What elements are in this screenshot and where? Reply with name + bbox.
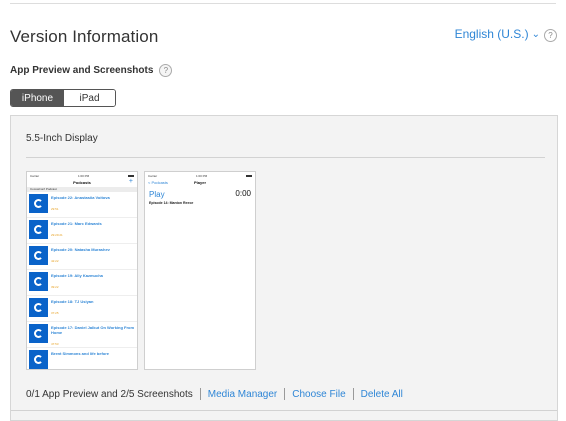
episode-duration: 39:22 xyxy=(51,285,59,289)
episode-title: Brent Simmons and life before xyxy=(51,351,110,356)
tab-iphone[interactable]: iPhone xyxy=(11,90,64,106)
list-item: Episode 17: Daniel Jalkut On Working Fro… xyxy=(27,322,137,348)
screenshot-thumbnail-player[interactable]: Carrier 1:00 PM < Podcasts Player Play 0… xyxy=(144,171,256,370)
cocoaconf-logo-icon xyxy=(29,324,48,343)
cocoaconf-logo-icon xyxy=(29,272,48,291)
panel-divider xyxy=(26,157,545,158)
episode-title: Episode 21: Marc Edwards xyxy=(51,221,102,226)
episode-title: Episode 20: Natasha Murashev xyxy=(51,247,110,252)
cocoaconf-logo-icon xyxy=(29,220,48,239)
section-heading: App Preview and Screenshots ? xyxy=(10,64,173,77)
list-item: Episode 18: TJ Usiyan 37:25 xyxy=(27,296,137,322)
chevron-down-icon: ⌄ xyxy=(531,28,540,40)
nav-title: Podcasts xyxy=(73,180,91,185)
list-item: Brent Simmons and life before xyxy=(27,348,137,369)
carrier-label: Carrier xyxy=(148,173,158,178)
cocoaconf-logo-icon xyxy=(29,246,48,265)
episode-duration: 29:29:21 xyxy=(51,233,63,237)
episode-duration: 47:53 xyxy=(51,342,59,346)
media-manager-link[interactable]: Media Manager xyxy=(208,389,277,400)
question-circle-icon[interactable]: ? xyxy=(544,29,557,42)
episode-label: Episode 14: Manton Reece xyxy=(149,201,194,205)
cocoaconf-logo-icon xyxy=(29,298,48,317)
episode-duration: 29:51 xyxy=(51,207,59,211)
add-icon: + xyxy=(128,178,133,185)
section-title-text: App Preview and Screenshots xyxy=(10,65,154,76)
language-selector[interactable]: English (U.S.) ⌄ xyxy=(455,27,540,41)
back-link: < Podcasts xyxy=(148,180,168,185)
cocoaconf-logo-icon xyxy=(29,350,48,369)
choose-file-link[interactable]: Choose File xyxy=(292,389,345,400)
device-segmented-control: iPhone iPad xyxy=(10,89,116,107)
separator xyxy=(284,388,286,400)
episode-title: Episode 17: Daniel Jalkut On Working Fro… xyxy=(51,325,135,335)
battery-icon xyxy=(245,174,252,177)
list-item: Episode 20: Natasha Murashev 42:22 xyxy=(27,244,137,270)
panel-bottom-divider xyxy=(11,410,557,411)
nav-title: Player xyxy=(193,180,206,185)
list-item: Episode 19: Ally Kazmucha 39:22 xyxy=(27,270,137,296)
language-label: English (U.S.) xyxy=(454,27,529,41)
separator xyxy=(352,388,354,400)
status-time: 1:00 PM xyxy=(77,173,90,178)
display-size-title: 5.5-Inch Display xyxy=(26,133,98,144)
episode-duration: 37:25 xyxy=(51,311,59,315)
top-divider xyxy=(10,3,556,4)
status-time: 1:00 PM xyxy=(195,173,208,178)
episode-title: Episode 18: TJ Usiyan xyxy=(51,299,94,304)
question-circle-icon[interactable]: ? xyxy=(159,64,173,77)
battery-icon xyxy=(127,174,134,177)
play-time: 0:00 xyxy=(235,189,251,198)
episode-duration: 42:22 xyxy=(51,259,59,263)
list-item: Episode 22: Anastasiia Voitova 29:51 xyxy=(27,192,137,218)
cocoaconf-logo-icon xyxy=(29,194,48,213)
screenshot-count: 0/1 App Preview and 2/5 Screenshots xyxy=(26,388,193,400)
page-title: Version Information xyxy=(10,27,159,46)
nav-bar: < Podcasts Player xyxy=(145,178,255,187)
player-area: Play 0:00 Episode 14: Manton Reece xyxy=(145,187,255,233)
screenshot-thumbnail-podcasts[interactable]: Carrier 1:00 PM Podcasts + CocoaConf Pod… xyxy=(26,171,138,370)
episode-title: Episode 19: Ally Kazmucha xyxy=(51,273,103,278)
list-item: Episode 21: Marc Edwards 29:29:21 xyxy=(27,218,137,244)
screenshots-panel: 5.5-Inch Display Carrier 1:00 PM Podcast… xyxy=(10,115,558,421)
screenshots-footer: 0/1 App Preview and 2/5 Screenshots Medi… xyxy=(26,388,403,400)
separator xyxy=(199,388,201,400)
tab-ipad[interactable]: iPad xyxy=(64,90,115,106)
episode-title: Episode 22: Anastasiia Voitova xyxy=(51,195,110,200)
delete-all-link[interactable]: Delete All xyxy=(361,389,403,400)
carrier-label: Carrier xyxy=(30,173,40,178)
nav-bar: Podcasts + xyxy=(27,178,137,187)
